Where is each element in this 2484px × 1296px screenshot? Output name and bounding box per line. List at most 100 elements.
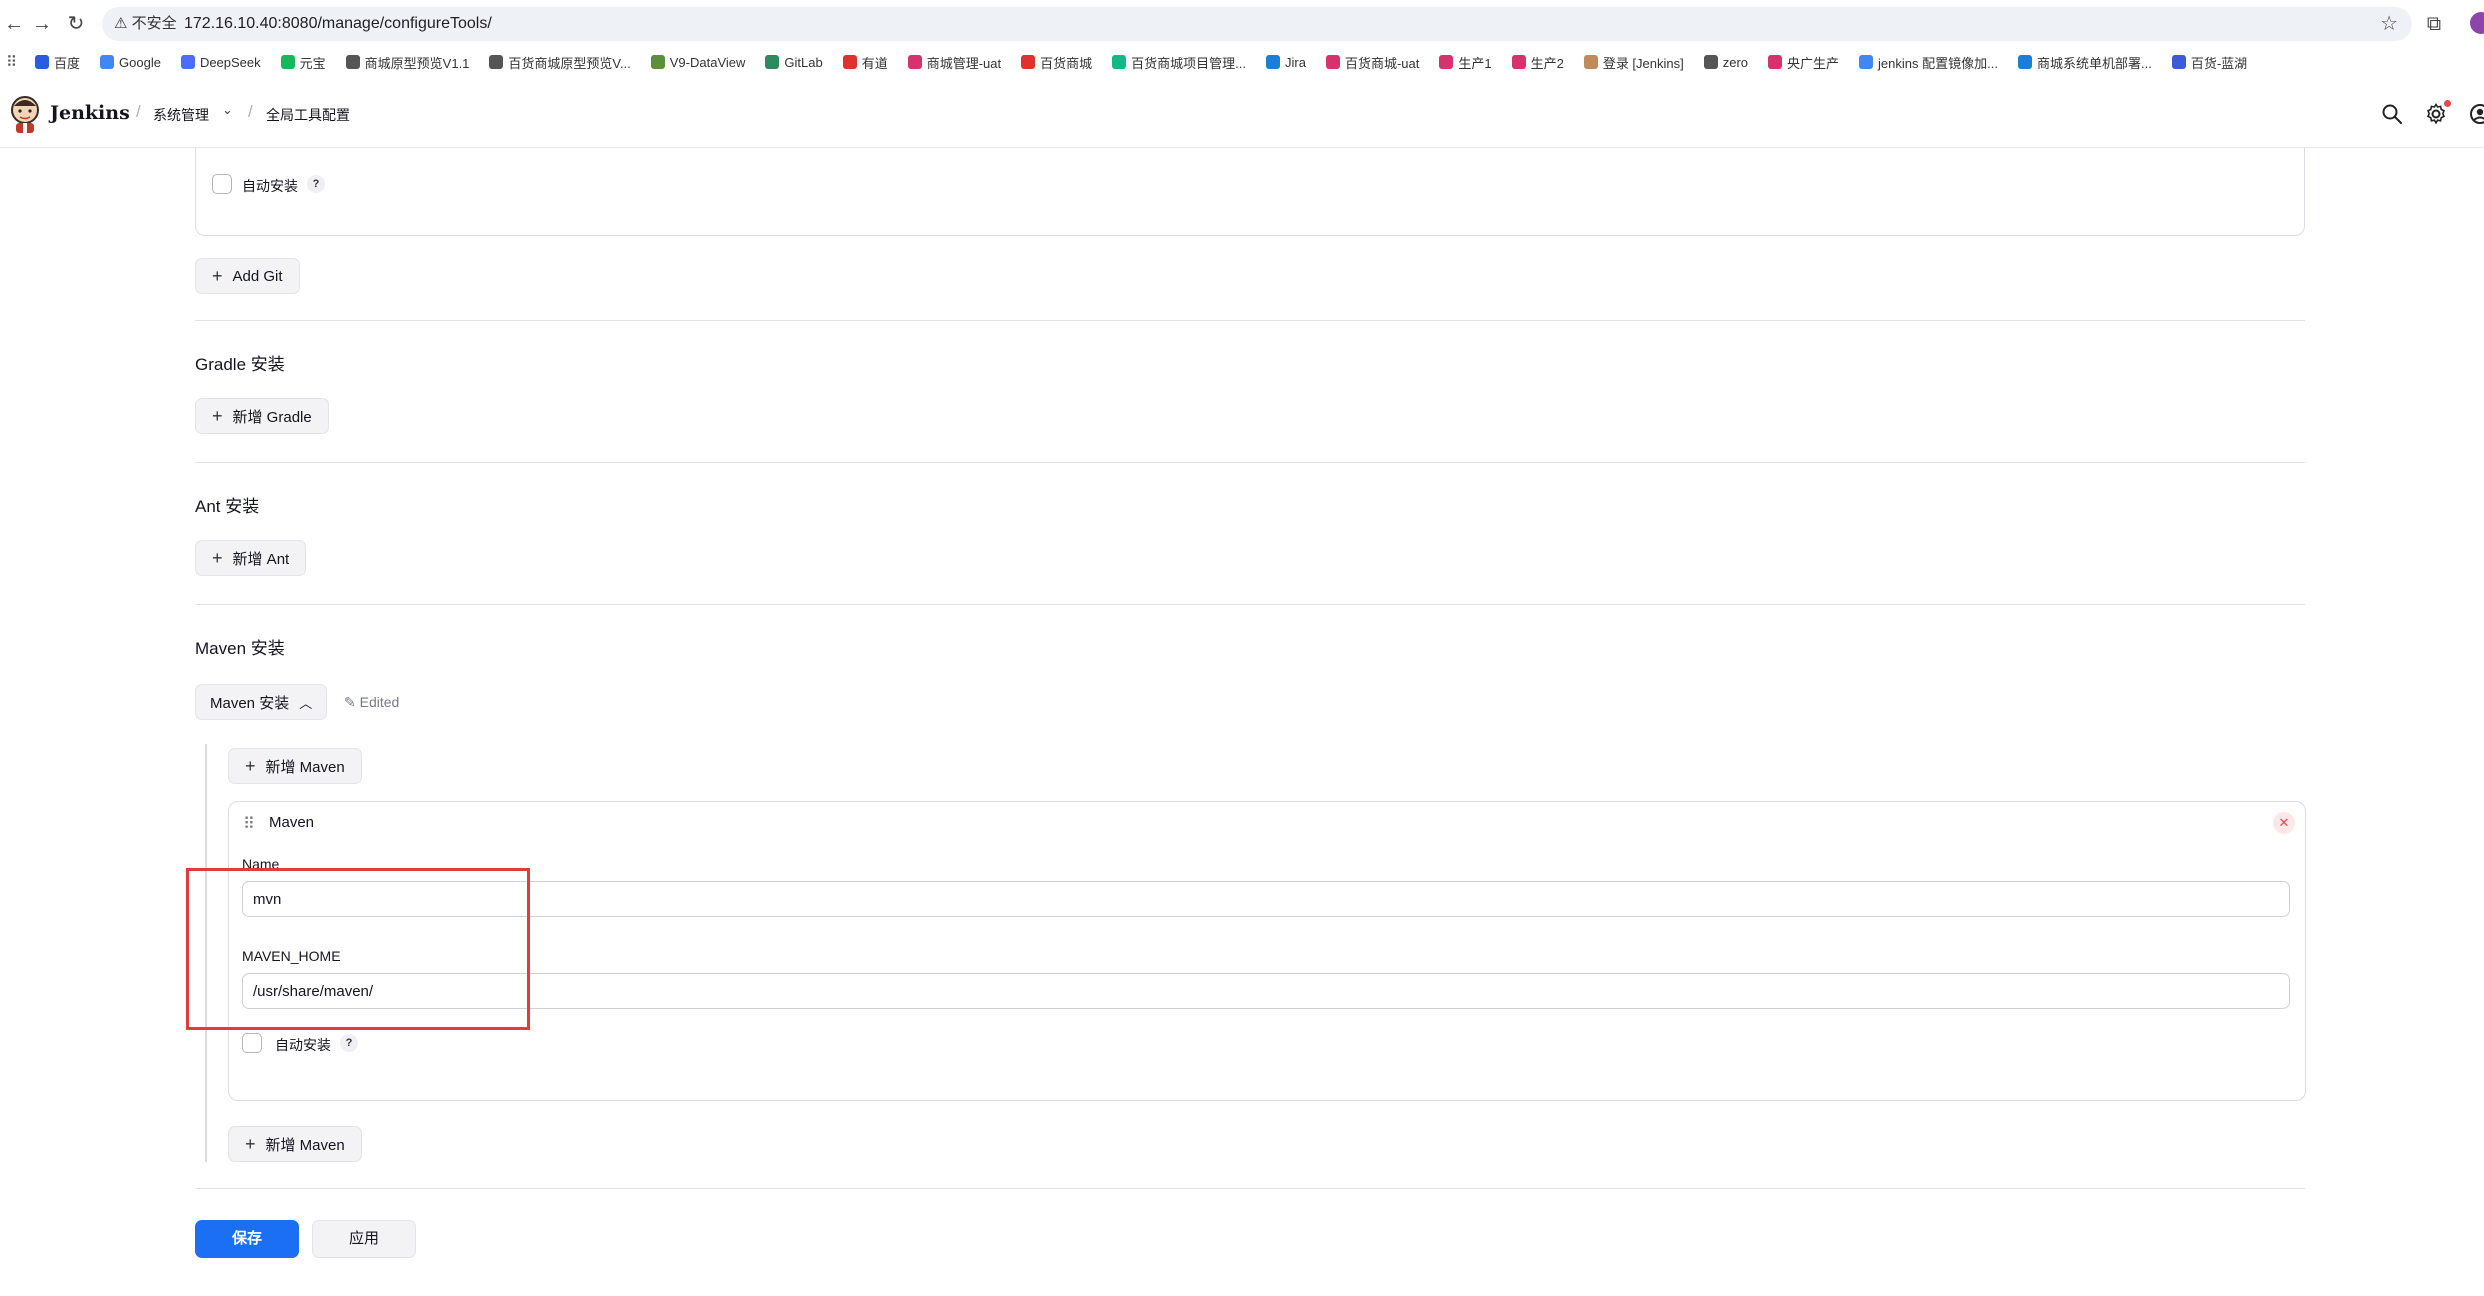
- chevron-down-icon[interactable]: ⌄: [222, 102, 233, 118]
- bookmark-item[interactable]: 百货商城项目管理...: [1112, 53, 1246, 72]
- bookmark-item[interactable]: Jira: [1265, 54, 1306, 70]
- apply-button[interactable]: 应用: [312, 1220, 416, 1258]
- maven-home-input[interactable]: [242, 973, 2290, 1009]
- bookmark-item[interactable]: 生产1: [1439, 53, 1492, 72]
- notification-badge: [2444, 100, 2451, 107]
- add-git-label: Add Git: [232, 267, 283, 285]
- plus-icon: +: [245, 755, 256, 776]
- edited-indicator: ✎ Edited: [344, 694, 399, 711]
- bookmark-item[interactable]: zero: [1703, 54, 1749, 70]
- bookmark-item[interactable]: 百货商城: [1021, 53, 1092, 72]
- plus-icon: +: [212, 265, 223, 286]
- bookmark-item[interactable]: 商城系统单机部署...: [2017, 53, 2152, 72]
- maven-installations-toggle[interactable]: Maven 安装 ︿: [195, 684, 328, 720]
- forward-icon[interactable]: →: [28, 10, 56, 38]
- address-bar[interactable]: ⚠ 不安全 172.16.10.40:8080/manage/configure…: [102, 7, 2412, 41]
- security-warning[interactable]: ⚠ 不安全: [114, 7, 177, 41]
- bookmark-favicon-icon: [1265, 55, 1280, 69]
- bookmark-item[interactable]: DeepSeek: [180, 55, 261, 70]
- git-auto-install-label: 自动安装: [242, 178, 298, 194]
- browser-toolbar: ← → ↻ ⚠ 不安全 172.16.10.40:8080/manage/con…: [0, 0, 2484, 48]
- bookmark-favicon-icon: [345, 55, 360, 69]
- bookmark-favicon-icon: [907, 55, 922, 69]
- section-divider: [195, 604, 2305, 605]
- maven-card-title: Maven: [269, 814, 315, 831]
- bookmark-item[interactable]: 商城原型预览V1.1: [345, 53, 470, 72]
- bookmark-favicon-icon: [280, 55, 295, 69]
- breadcrumb-configure-tools[interactable]: 全局工具配置: [266, 105, 350, 125]
- bookmark-label: jenkins 配置镜像加...: [1878, 55, 1998, 71]
- bookmark-item[interactable]: jenkins 配置镜像加...: [1859, 53, 1998, 72]
- maven-installation-card: ⠿ Maven ✕ Name MAVEN_HOME 自动安装 ?: [228, 801, 2306, 1101]
- drag-handle-icon[interactable]: ⠿: [243, 814, 255, 834]
- help-icon[interactable]: ?: [307, 175, 325, 193]
- maven-auto-install-checkbox[interactable]: [242, 1033, 262, 1053]
- breadcrumb-manage[interactable]: 系统管理: [153, 105, 209, 125]
- extensions-icon[interactable]: ⧉: [2420, 10, 2448, 38]
- maven-name-input[interactable]: [242, 881, 2290, 917]
- bookmark-item[interactable]: 央广生产: [1768, 53, 1839, 72]
- plus-icon: +: [245, 1133, 256, 1154]
- bookmark-favicon-icon: [100, 55, 115, 69]
- bookmark-favicon-icon: [2017, 55, 2032, 69]
- back-icon[interactable]: ←: [0, 10, 28, 38]
- bookmark-label: Jira: [1284, 54, 1306, 70]
- add-maven-button-top[interactable]: + 新增 Maven: [228, 748, 362, 784]
- close-icon[interactable]: ✕: [2273, 812, 2295, 834]
- bookmark-item[interactable]: 百货商城-uat: [1325, 53, 1419, 72]
- security-warning-label: 不安全: [131, 15, 177, 32]
- git-auto-install-checkbox[interactable]: [212, 174, 232, 194]
- add-maven-label: 新增 Maven: [265, 758, 345, 776]
- bookmark-label: 百货商城: [1040, 55, 1093, 71]
- search-icon[interactable]: [2380, 102, 2404, 126]
- bookmark-label: 百货商城项目管理...: [1131, 55, 1246, 71]
- bookmark-favicon-icon: [1583, 55, 1598, 69]
- bookmark-label: 有道: [861, 55, 888, 71]
- add-gradle-label: 新增 Gradle: [232, 408, 312, 426]
- bookmark-item[interactable]: 元宝: [280, 53, 326, 72]
- bookmark-item[interactable]: 百货商城原型预览V...: [489, 53, 631, 72]
- bookmark-item[interactable]: 登录 [Jenkins]: [1583, 53, 1684, 72]
- maven-auto-install-label: 自动安装: [275, 1037, 331, 1053]
- bookmark-favicon-icon: [765, 55, 780, 69]
- help-icon[interactable]: ?: [340, 1034, 358, 1052]
- add-maven-button-bottom[interactable]: + 新增 Maven: [228, 1126, 362, 1162]
- bookmark-item[interactable]: V9-DataView: [650, 55, 745, 70]
- bookmark-favicon-icon: [489, 55, 504, 69]
- star-icon[interactable]: ☆: [2380, 7, 2398, 41]
- bookmark-label: 登录 [Jenkins]: [1602, 55, 1684, 71]
- ant-section-title: Ant 安装: [195, 497, 260, 516]
- jenkins-logo-icon[interactable]: [8, 94, 42, 134]
- bookmark-label: zero: [1722, 54, 1749, 70]
- jenkins-brand[interactable]: Jenkins: [50, 102, 130, 124]
- bookmark-favicon-icon: [1859, 55, 1874, 69]
- breadcrumb-separator: /: [136, 102, 141, 121]
- bookmark-label: 商城系统单机部署...: [2036, 55, 2152, 71]
- bookmark-favicon-icon: [1325, 55, 1340, 69]
- save-button[interactable]: 保存: [195, 1220, 299, 1258]
- bookmark-label: 商城原型预览V1.1: [364, 55, 470, 71]
- bookmark-item[interactable]: 生产2: [1511, 53, 1564, 72]
- bookmark-item[interactable]: GitLab: [765, 55, 823, 70]
- add-gradle-button[interactable]: + 新增 Gradle: [195, 398, 329, 434]
- bookmark-item[interactable]: Google: [100, 55, 161, 70]
- bookmark-item[interactable]: 百货-蓝湖: [2171, 53, 2247, 72]
- section-divider: [195, 320, 2305, 321]
- profile-avatar[interactable]: [2470, 12, 2484, 34]
- add-ant-button[interactable]: + 新增 Ant: [195, 540, 307, 576]
- annotation-highlight-box: [186, 868, 530, 1030]
- bookmark-label: 商城管理-uat: [926, 55, 1002, 71]
- maven-section-title: Maven 安装: [195, 639, 285, 658]
- url-text[interactable]: 172.16.10.40:8080/manage/configureTools/: [184, 7, 492, 41]
- maven-toggle-label: Maven 安装: [210, 694, 290, 712]
- apps-grid-icon[interactable]: ⠿: [6, 53, 17, 71]
- breadcrumb-separator: /: [248, 102, 253, 121]
- bookmark-item[interactable]: 有道: [842, 53, 888, 72]
- user-icon[interactable]: [2468, 102, 2484, 126]
- reload-icon[interactable]: ↻: [62, 10, 90, 38]
- edited-label: Edited: [359, 694, 400, 710]
- bookmark-item[interactable]: 百度: [35, 53, 80, 72]
- add-git-button[interactable]: + Add Git: [195, 258, 300, 294]
- bookmark-favicon-icon: [1511, 55, 1526, 69]
- bookmark-item[interactable]: 商城管理-uat: [907, 53, 1002, 72]
